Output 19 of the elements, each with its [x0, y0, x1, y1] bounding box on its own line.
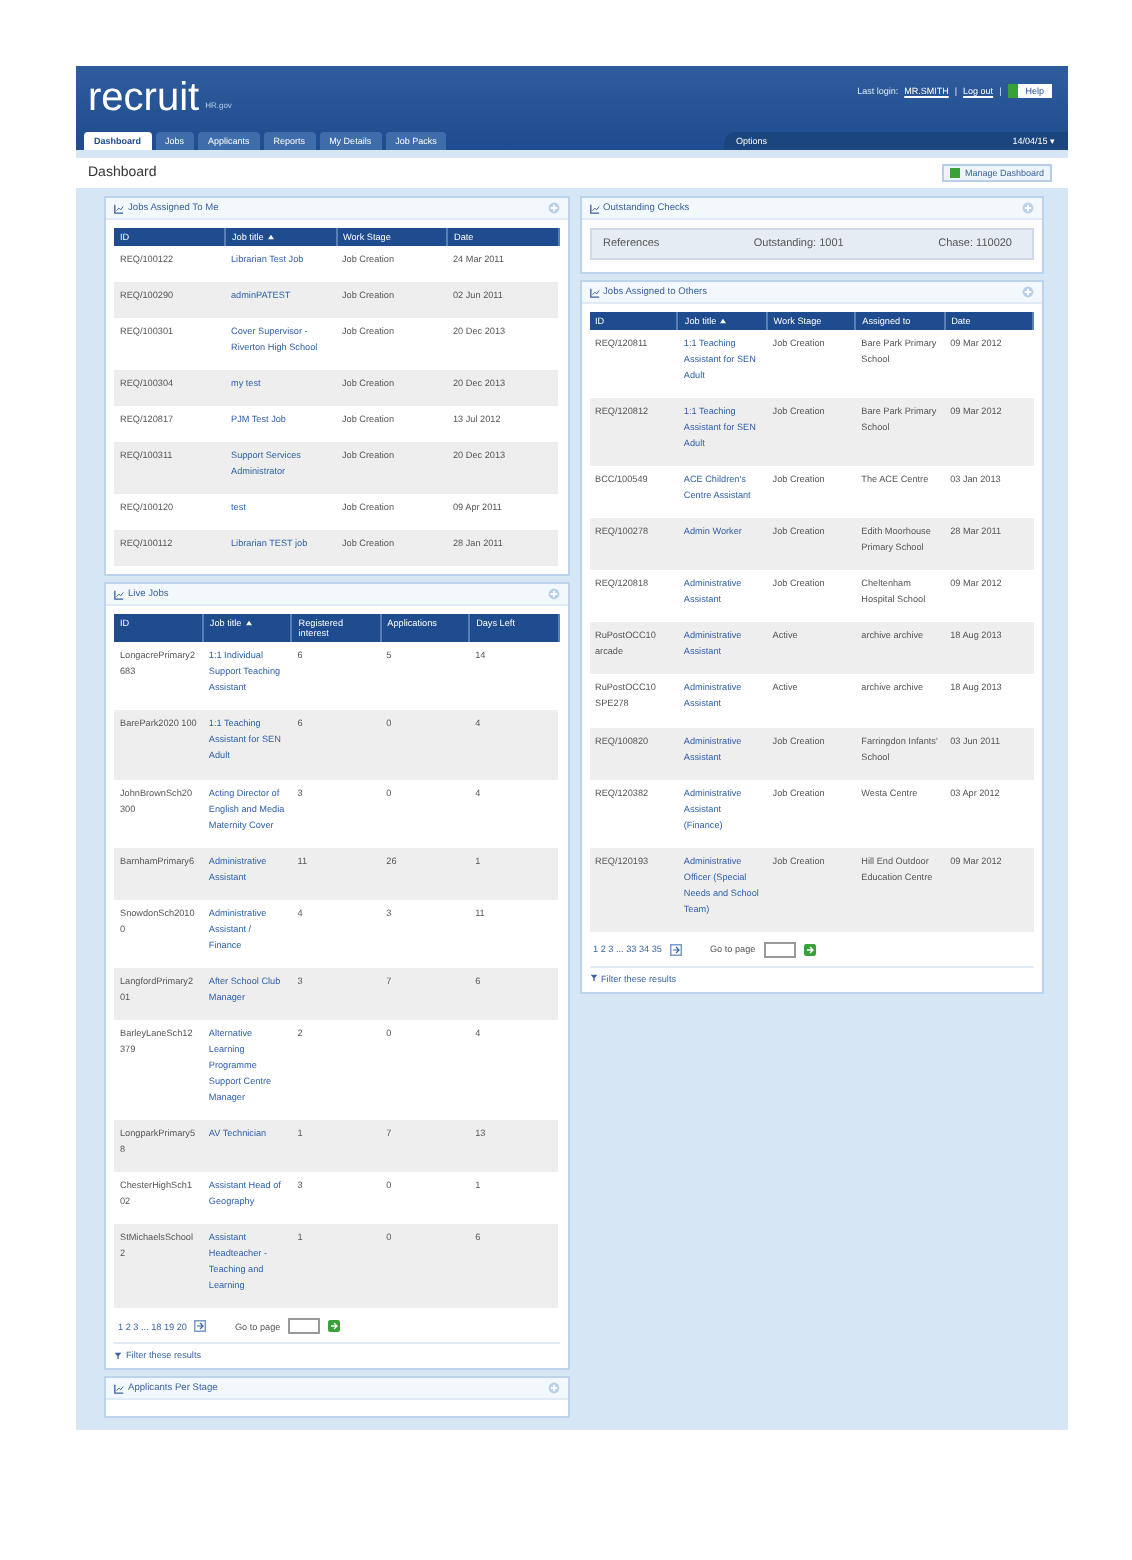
- logo: recruit: [88, 76, 200, 120]
- chart-icon: [114, 589, 124, 600]
- filter-icon: [589, 974, 597, 983]
- expand-icon[interactable]: [547, 1382, 559, 1395]
- expand-icon[interactable]: [1022, 286, 1034, 298]
- expand-icon[interactable]: [1022, 202, 1034, 214]
- page-input[interactable]: [763, 941, 796, 958]
- next-page-icon[interactable]: [194, 1320, 207, 1333]
- chart-icon: [114, 1383, 124, 1394]
- go-icon[interactable]: [328, 1320, 341, 1333]
- chart-icon: [114, 203, 124, 213]
- page-input[interactable]: [288, 1318, 321, 1335]
- expand-icon[interactable]: [547, 202, 559, 214]
- expand-icon[interactable]: [547, 588, 559, 601]
- next-page-icon[interactable]: [669, 943, 682, 956]
- filter-icon: [114, 1351, 122, 1360]
- chart-icon: [589, 287, 599, 297]
- chart-icon: [589, 203, 599, 213]
- go-icon[interactable]: [803, 943, 816, 956]
